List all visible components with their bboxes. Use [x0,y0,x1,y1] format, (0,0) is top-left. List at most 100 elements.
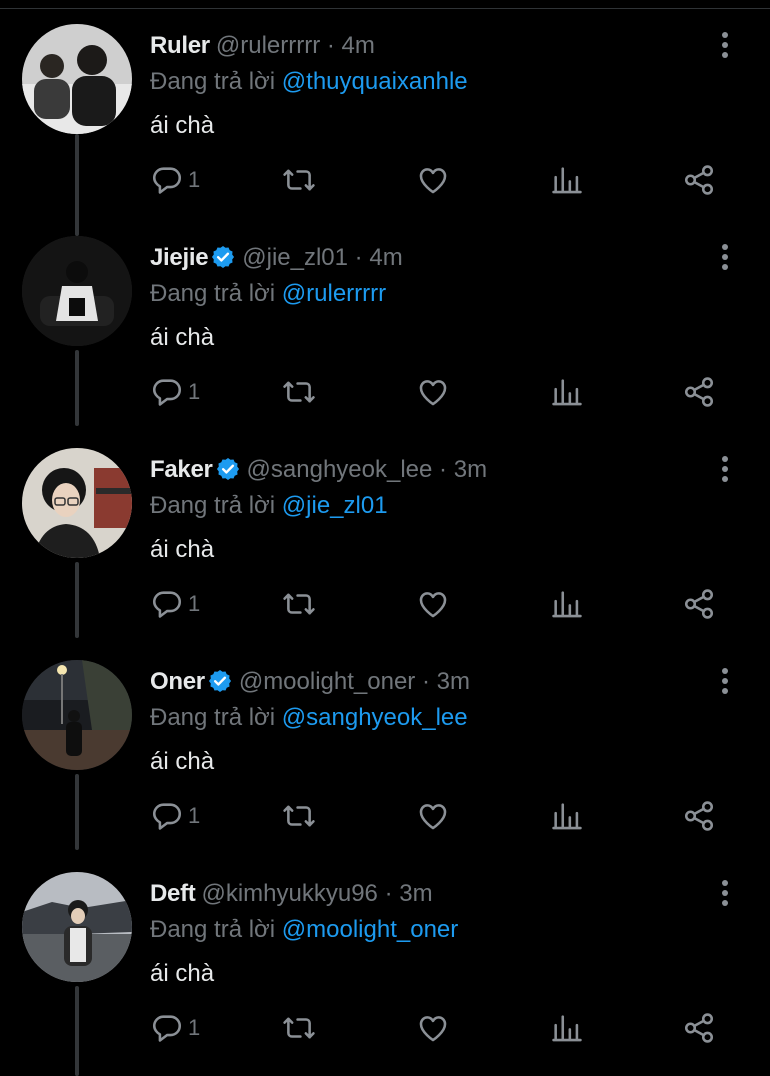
tweet[interactable]: Deft @kimhyukkyu96 · 3m Đang trả lời @moo… [0,848,770,1076]
share-icon [684,801,714,831]
reply-count: 1 [188,167,201,192]
views-button[interactable] [550,160,584,200]
heart-icon [419,592,447,618]
like-button[interactable] [416,584,450,624]
more-vertical-icon[interactable] [712,664,738,698]
views-icon [552,803,582,830]
retweet-button[interactable] [282,1008,316,1048]
avatar-image [22,24,132,134]
like-button[interactable] [416,1008,450,1048]
tweet-text: ái chà [150,748,215,775]
thread-line [75,562,79,638]
tweet-text: ái chà [150,324,215,351]
action-bar: 1 [150,160,730,200]
action-bar: 1 [150,1008,730,1048]
mention-link[interactable]: @moolight_oner [282,916,458,943]
display-name[interactable]: Ruler [150,32,210,59]
heart-icon [419,380,447,406]
views-button[interactable] [550,372,584,412]
separator-dot: · [439,456,448,483]
views-button[interactable] [550,584,584,624]
display-name[interactable]: Deft [150,880,196,907]
separator-dot: · [326,32,335,59]
thread-line [75,986,79,1076]
tweet[interactable]: Faker @sanghyeok_lee · 3m Đang trả lời @j… [0,424,770,638]
display-name[interactable]: Faker [150,456,213,483]
replying-label: Đang trả lời [150,492,276,519]
avatar[interactable] [22,236,132,346]
avatar[interactable] [22,24,132,134]
avatar-image [22,448,132,558]
replying-to: Đang trả lời @moolight_oner [150,914,458,946]
avatar[interactable] [22,660,132,770]
share-button[interactable] [682,796,716,836]
user-handle[interactable]: @rulerrrrr [216,32,320,59]
mention-link[interactable]: @thuyquaixanhle [282,68,468,95]
more-vertical-icon[interactable] [712,876,738,910]
tweet[interactable]: Ruler @rulerrrrr · 4m Đang trả lời @thuyq… [0,0,770,214]
retweet-button[interactable] [282,796,316,836]
heart-icon [419,804,447,830]
user-handle[interactable]: @sanghyeok_lee [247,456,433,483]
reply-icon [152,1015,182,1042]
views-icon [552,591,582,618]
retweet-button[interactable] [282,584,316,624]
share-button[interactable] [682,160,716,200]
timestamp[interactable]: 3m [454,456,487,483]
timestamp[interactable]: 4m [369,244,402,271]
more-vertical-icon[interactable] [712,452,738,486]
avatar[interactable] [22,448,132,558]
reply-icon [152,803,182,830]
views-icon [552,167,582,194]
tweet-header: Oner @moolight_oner · 3m [150,666,470,698]
views-button[interactable] [550,1008,584,1048]
avatar-image [22,660,132,770]
reply-button[interactable]: 1 [150,160,200,200]
reply-button[interactable]: 1 [150,584,200,624]
separator-dot: · [421,668,430,695]
reply-button[interactable]: 1 [150,372,200,412]
retweet-button[interactable] [282,160,316,200]
share-icon [684,377,714,407]
mention-link[interactable]: @rulerrrrr [282,280,386,307]
action-bar: 1 [150,584,730,624]
retweet-icon [283,593,315,615]
timestamp[interactable]: 3m [437,668,470,695]
share-button[interactable] [682,1008,716,1048]
views-button[interactable] [550,796,584,836]
replying-label: Đang trả lời [150,280,276,307]
more-vertical-icon[interactable] [712,28,738,62]
tweet-header: Deft @kimhyukkyu96 · 3m [150,878,433,910]
like-button[interactable] [416,372,450,412]
verified-badge-icon [212,245,235,269]
display-name[interactable]: Jiejie [150,244,209,271]
replying-to: Đang trả lời @rulerrrrr [150,278,386,310]
reply-count: 1 [188,591,201,616]
reply-button[interactable]: 1 [150,1008,200,1048]
tweet[interactable]: Jiejie @jie_zl01 · 4m Đang trả lời @ruler… [0,134,770,426]
like-button[interactable] [416,160,450,200]
retweet-button[interactable] [282,372,316,412]
reply-icon [152,379,182,406]
timestamp[interactable]: 3m [399,880,432,907]
display-name[interactable]: Oner [150,668,205,695]
user-handle[interactable]: @jie_zl01 [242,244,348,271]
mention-link[interactable]: @jie_zl01 [282,492,388,519]
tweet[interactable]: Oner @moolight_oner · 3m Đang trả lời @sa… [0,636,770,850]
reply-button[interactable]: 1 [150,796,200,836]
user-handle[interactable]: @kimhyukkyu96 [201,880,377,907]
share-button[interactable] [682,584,716,624]
views-icon [552,379,582,406]
user-handle[interactable]: @moolight_oner [239,668,415,695]
avatar[interactable] [22,872,132,982]
more-vertical-icon[interactable] [712,240,738,274]
share-button[interactable] [682,372,716,412]
reply-count: 1 [188,379,201,404]
tweet-header: Jiejie @jie_zl01 · 4m [150,242,403,274]
like-button[interactable] [416,796,450,836]
timestamp[interactable]: 4m [342,32,375,59]
share-icon [684,589,714,619]
mention-link[interactable]: @sanghyeok_lee [282,704,468,731]
retweet-icon [283,169,315,191]
retweet-icon [283,381,315,403]
